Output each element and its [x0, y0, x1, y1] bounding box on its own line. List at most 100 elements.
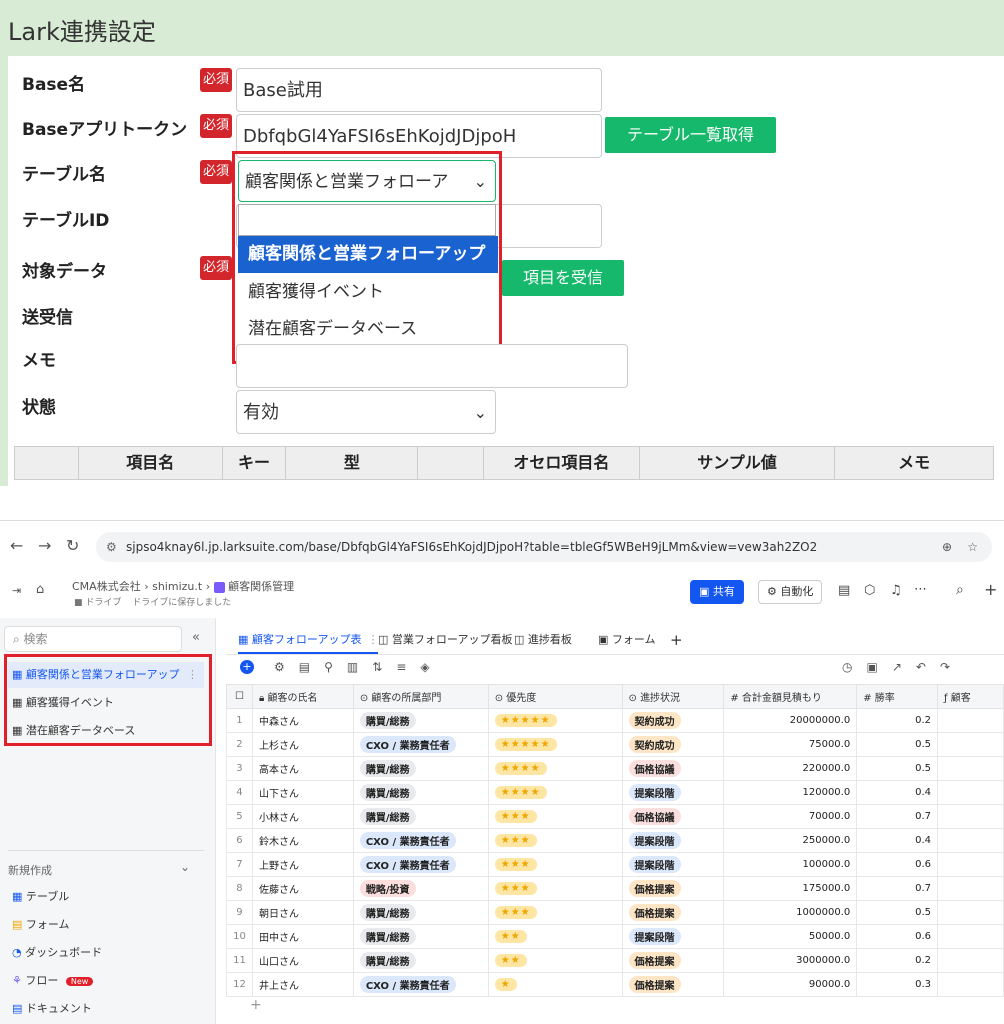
priority-cell[interactable]: ★ — [487, 972, 623, 997]
table-row[interactable]: 6 鈴木さん CXO / 業務責任者 ★★★ 提案段階 250000.0 0.4 — [226, 828, 1004, 853]
priority-cell[interactable]: ★★★★★ — [487, 708, 623, 733]
create-doc-item[interactable]: ▤ ドキュメント — [8, 996, 204, 1022]
amount-cell[interactable]: 50000.0 — [723, 924, 858, 949]
plugin-icon[interactable]: ⬡ — [864, 583, 875, 598]
forward-icon[interactable]: → — [38, 536, 51, 555]
more-icon[interactable]: ⋯ — [914, 582, 927, 597]
status-cell[interactable]: 契約成功 — [621, 732, 725, 757]
add-icon[interactable]: + — [984, 580, 997, 599]
memo-input[interactable] — [236, 344, 628, 388]
sort-icon[interactable]: ⇅ — [372, 660, 396, 674]
share-view-icon[interactable]: ↗ — [892, 660, 916, 674]
add-record-icon[interactable]: + — [240, 660, 254, 674]
group-icon[interactable]: ▥ — [347, 660, 372, 674]
customer-name-cell[interactable]: 山口さん — [251, 948, 354, 973]
amount-cell[interactable]: 220000.0 — [723, 756, 858, 781]
extra-cell[interactable] — [937, 924, 1004, 949]
priority-cell[interactable]: ★★★ — [487, 876, 623, 901]
table-row[interactable]: 2 上杉さん CXO / 業務責任者 ★★★★★ 契約成功 75000.0 0.5 — [226, 732, 1004, 757]
bell-icon[interactable]: ♫ — [890, 583, 902, 598]
customer-name-cell[interactable]: 井上さん — [251, 972, 354, 997]
create-flow-item[interactable]: ⚘ フロー New — [8, 968, 204, 994]
select-all-checkbox[interactable]: ☐ — [226, 684, 253, 709]
breadcrumb-item[interactable]: CMA株式会社 — [72, 580, 141, 593]
customer-name-cell[interactable]: 上野さん — [251, 852, 354, 877]
drive-link[interactable]: ドライブ — [85, 598, 121, 608]
collapse-sidebar-icon[interactable]: « — [192, 630, 200, 645]
create-dashboard-item[interactable]: ◔ ダッシュボード — [8, 940, 204, 966]
win-rate-cell[interactable]: 0.4 — [856, 780, 939, 805]
create-table-item[interactable]: ▦ テーブル — [8, 884, 204, 910]
column-header[interactable]: ƒ 顧客 — [937, 684, 1004, 709]
amount-cell[interactable]: 1000000.0 — [723, 900, 858, 925]
amount-cell[interactable]: 90000.0 — [723, 972, 858, 997]
department-cell[interactable]: 購買/総務 — [352, 900, 489, 925]
department-cell[interactable]: 購買/総務 — [352, 780, 489, 805]
table-row[interactable]: 7 上野さん CXO / 業務責任者 ★★★ 提案段階 100000.0 0.6 — [226, 852, 1004, 877]
status-cell[interactable]: 契約成功 — [621, 708, 725, 733]
doc-icon[interactable]: ▤ — [838, 583, 850, 598]
add-row-icon[interactable]: + — [226, 997, 1004, 1017]
table-row[interactable]: 3 高本さん 購買/総務 ★★★★ 価格協議 220000.0 0.5 — [226, 756, 1004, 781]
win-rate-cell[interactable]: 0.6 — [856, 924, 939, 949]
priority-cell[interactable]: ★★★ — [487, 804, 623, 829]
automation-button[interactable]: ⚙ 自動化 — [758, 580, 823, 604]
win-rate-cell[interactable]: 0.3 — [856, 972, 939, 997]
amount-cell[interactable]: 70000.0 — [723, 804, 858, 829]
extra-cell[interactable] — [937, 972, 1004, 997]
extra-cell[interactable] — [937, 708, 1004, 733]
customer-name-cell[interactable]: 中森さん — [251, 708, 354, 733]
sidebar-search-input[interactable]: ⌕ 検索 — [4, 626, 182, 652]
priority-cell[interactable]: ★★★★★ — [487, 732, 623, 757]
back-icon[interactable]: ← — [10, 536, 23, 555]
customer-name-cell[interactable]: 山下さん — [251, 780, 354, 805]
star-icon[interactable]: ☆ — [967, 532, 978, 562]
status-cell[interactable]: 提案段階 — [621, 780, 725, 805]
priority-cell[interactable]: ★★ — [487, 924, 623, 949]
receive-fields-button[interactable]: 項目を受信 — [502, 260, 624, 296]
department-cell[interactable]: 戦略/投資 — [352, 876, 489, 901]
column-header[interactable]: ⊙ 優先度 — [487, 684, 623, 709]
table-row[interactable]: 9 朝日さん 購買/総務 ★★★ 価格提案 1000000.0 0.5 — [226, 900, 1004, 925]
tab-progress-board[interactable]: ◫ 進捗看板 — [514, 626, 572, 654]
table-row[interactable]: 11 山口さん 購買/総務 ★★ 価格提案 3000000.0 0.2 — [226, 948, 1004, 973]
customer-name-cell[interactable]: 朝日さん — [251, 900, 354, 925]
customer-name-cell[interactable]: 田中さん — [251, 924, 354, 949]
table-row[interactable]: 8 佐藤さん 戦略/投資 ★★★ 価格提案 175000.0 0.7 — [226, 876, 1004, 901]
status-cell[interactable]: 価格協議 — [621, 756, 725, 781]
chevron-down-icon[interactable]: ⌄ — [180, 860, 190, 874]
tab-follow-up-table[interactable]: ▦ 顧客フォローアップ表 ⋮ — [238, 626, 379, 654]
url-bar[interactable]: ⚙ sjpso4knay6l.jp.larksuite.com/base/Dbf… — [96, 532, 992, 562]
share-button[interactable]: ▣ 共有 — [690, 580, 744, 604]
priority-cell[interactable]: ★★★★ — [487, 756, 623, 781]
amount-cell[interactable]: 100000.0 — [723, 852, 858, 877]
amount-cell[interactable]: 250000.0 — [723, 828, 858, 853]
table-row[interactable]: 5 小林さん 購買/総務 ★★★ 価格協議 70000.0 0.7 — [226, 804, 1004, 829]
status-cell[interactable]: 価格提案 — [621, 876, 725, 901]
zoom-icon[interactable]: ⊕ — [942, 532, 952, 562]
customer-name-cell[interactable]: 上杉さん — [251, 732, 354, 757]
column-header[interactable]: ⊙ 顧客の所属部門 — [352, 684, 489, 709]
amount-cell[interactable]: 175000.0 — [723, 876, 858, 901]
column-header[interactable]: # 勝率 — [856, 684, 939, 709]
department-cell[interactable]: 購買/総務 — [352, 804, 489, 829]
department-cell[interactable]: 購買/総務 — [352, 924, 489, 949]
create-form-item[interactable]: ▤ フォーム — [8, 912, 204, 938]
amount-cell[interactable]: 75000.0 — [723, 732, 858, 757]
more-icon[interactable]: ⋮ — [367, 633, 378, 646]
department-cell[interactable]: CXO / 業務責任者 — [352, 828, 489, 853]
win-rate-cell[interactable]: 0.7 — [856, 876, 939, 901]
status-select[interactable]: 有効 ⌄ — [236, 390, 496, 434]
customer-name-cell[interactable]: 佐藤さん — [251, 876, 354, 901]
site-info-icon[interactable]: ⚙ — [106, 532, 117, 562]
redo-icon[interactable]: ↷ — [940, 660, 964, 674]
win-rate-cell[interactable]: 0.5 — [856, 756, 939, 781]
undo-icon[interactable]: ↶ — [916, 660, 940, 674]
column-header[interactable]: 🔒︎ 顧客の氏名 — [251, 684, 354, 709]
amount-cell[interactable]: 3000000.0 — [723, 948, 858, 973]
customer-name-cell[interactable]: 高本さん — [251, 756, 354, 781]
settings-icon[interactable]: ⚙ — [274, 660, 299, 674]
priority-cell[interactable]: ★★★★ — [487, 780, 623, 805]
table-row[interactable]: 1 中森さん 購買/総務 ★★★★★ 契約成功 20000000.0 0.2 — [226, 708, 1004, 733]
reload-icon[interactable]: ↻ — [66, 536, 79, 555]
